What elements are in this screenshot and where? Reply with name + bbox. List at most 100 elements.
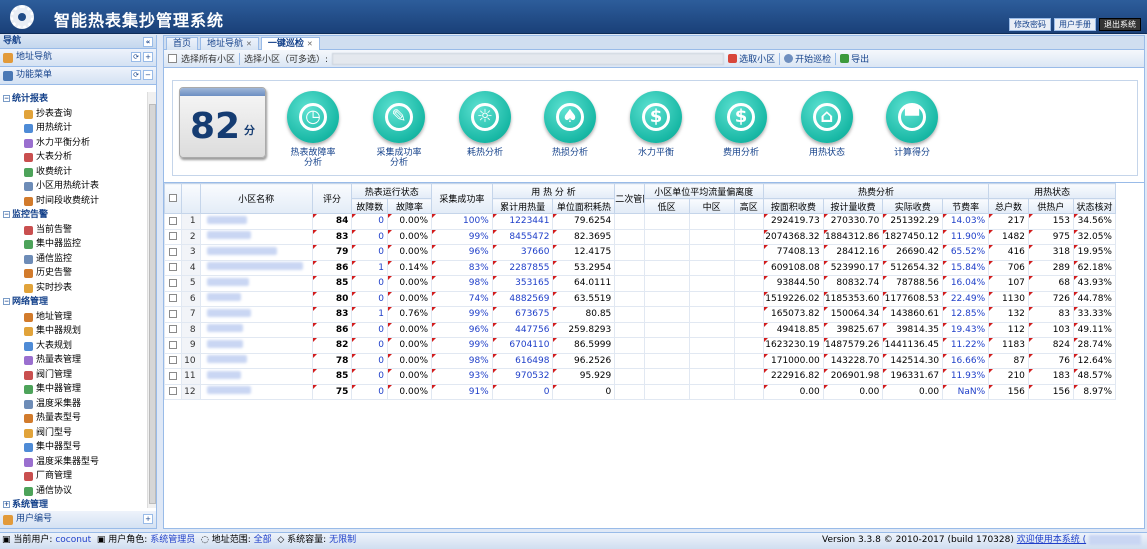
tree-toggle-icon[interactable]: +	[3, 501, 10, 508]
start-inspection-button[interactable]: 开始巡检	[784, 52, 831, 65]
header-heating-users[interactable]: 供热户	[1027, 198, 1074, 214]
fault-count-cell[interactable]: 0	[351, 244, 389, 261]
total-heat-cell[interactable]: 0	[491, 383, 554, 400]
tree-item[interactable]: 温度采集器型号	[0, 455, 147, 470]
accordion-function-menu[interactable]: 功能菜单 ⟳ −	[0, 67, 156, 85]
refresh-icon[interactable]: ⟳	[131, 70, 141, 80]
tree-group[interactable]: − 网络管理	[0, 295, 147, 310]
tree-group[interactable]: − 监控告警	[0, 208, 147, 223]
tree-item[interactable]: 阀门管理	[0, 368, 147, 383]
header-save-rate[interactable]: 节费率	[942, 198, 990, 214]
header-faults[interactable]: 故障数	[351, 198, 389, 214]
fault-count-cell[interactable]: 0	[351, 383, 389, 400]
row-checkbox[interactable]	[168, 216, 177, 225]
table-row[interactable]: 10 78 0 0.00% 98% 616498 96.2526 171000.00 14322…	[164, 352, 1117, 369]
module-2[interactable]: ✎ 采集成功率 分析	[362, 81, 436, 177]
tree-item[interactable]: 热量表管理	[0, 353, 147, 368]
row-checkbox-cell[interactable]	[164, 290, 182, 307]
tree-item[interactable]: 当前告警	[0, 223, 147, 238]
tree-item[interactable]: 集中器监控	[0, 237, 147, 252]
table-row[interactable]: 6 80 0 0.00% 74% 4882569 63.5519 1519226.02 1185…	[164, 290, 1117, 307]
row-checkbox-cell[interactable]	[164, 306, 182, 323]
table-row[interactable]: 7 83 1 0.76% 99% 673675 80.85 165073.82 150064.3…	[164, 306, 1117, 323]
fault-count-cell[interactable]: 0	[351, 275, 389, 292]
success-rate-cell[interactable]: 74%	[431, 290, 493, 307]
row-checkbox[interactable]	[168, 294, 177, 303]
logout-button[interactable]: 退出系统	[1099, 18, 1141, 31]
tab-address-nav[interactable]: 地址导航 ✕	[200, 37, 259, 50]
table-row[interactable]: 2 83 0 0.00% 99% 8455472 82.3695 2074368.32 1884…	[164, 228, 1117, 245]
total-heat-cell[interactable]: 4882569	[491, 290, 554, 307]
header-unit-heat[interactable]: 单位面积耗热	[552, 198, 616, 214]
tree-item[interactable]: 实时抄表	[0, 281, 147, 296]
row-checkbox-cell[interactable]	[164, 337, 182, 354]
header-success-rate[interactable]: 采集成功率	[431, 183, 493, 214]
success-rate-cell[interactable]: 96%	[431, 244, 493, 261]
success-rate-cell[interactable]: 99%	[431, 337, 493, 354]
sun-icon[interactable]: ☼	[459, 91, 511, 143]
total-heat-cell[interactable]: 8455472	[491, 228, 554, 245]
row-checkbox[interactable]	[168, 247, 177, 256]
header-checkbox[interactable]	[168, 194, 177, 202]
select-community-button[interactable]: 选取小区	[728, 52, 775, 65]
row-checkbox[interactable]	[168, 325, 177, 334]
dollar-icon[interactable]: $	[715, 91, 767, 143]
module-7[interactable]: ⌂ 用热状态	[790, 81, 864, 177]
header-total-users[interactable]: 总户数	[988, 198, 1029, 214]
fault-count-cell[interactable]: 0	[351, 352, 389, 369]
success-rate-cell[interactable]: 99%	[431, 306, 493, 323]
tree-item[interactable]: 集中器型号	[0, 440, 147, 455]
document-icon[interactable]: ✎	[373, 91, 425, 143]
fault-count-cell[interactable]: 0	[351, 368, 389, 385]
tree-item[interactable]: 地址管理	[0, 310, 147, 325]
row-checkbox-cell[interactable]	[164, 213, 182, 230]
row-checkbox[interactable]	[168, 232, 177, 241]
row-checkbox[interactable]	[168, 278, 177, 287]
fault-count-cell[interactable]: 0	[351, 228, 389, 245]
row-checkbox-cell[interactable]	[164, 244, 182, 261]
table-row[interactable]: 8 86 0 0.00% 96% 447756 259.8293 49418.85 39825.…	[164, 321, 1117, 338]
row-checkbox-cell[interactable]	[164, 228, 182, 245]
header-actual-fee[interactable]: 实际收费	[882, 198, 944, 214]
tree-toggle-icon[interactable]: −	[3, 298, 10, 305]
table-row[interactable]: 11 85 0 0.00% 93% 970532 95.929 222916.82 206901…	[164, 368, 1117, 385]
paint-roller-icon[interactable]: ▀	[886, 91, 938, 143]
module-8[interactable]: ▀ 计算得分	[875, 81, 949, 177]
fault-count-cell[interactable]: 0	[351, 337, 389, 354]
fault-count-cell[interactable]: 0	[351, 321, 389, 338]
header-mid-zone[interactable]: 中区	[688, 198, 735, 214]
select-all-checkbox[interactable]	[168, 54, 177, 63]
module-3[interactable]: ☼ 耗热分析	[448, 81, 522, 177]
tree-group[interactable]: − 统计报表	[0, 92, 147, 107]
tree-item[interactable]: 时间段收费统计	[0, 194, 147, 209]
total-heat-cell[interactable]: 37660	[491, 244, 554, 261]
row-checkbox[interactable]	[168, 371, 177, 380]
tree-item[interactable]: 大表分析	[0, 150, 147, 165]
header-status-check[interactable]: 状态核对	[1072, 198, 1117, 214]
home-icon[interactable]: ⌂	[801, 91, 853, 143]
stopwatch-icon[interactable]: ◷	[287, 91, 339, 143]
success-rate-cell[interactable]: 93%	[431, 368, 493, 385]
header-name[interactable]: 小区名称	[199, 183, 313, 214]
total-heat-cell[interactable]: 447756	[491, 321, 554, 338]
tree-item[interactable]: 用热统计	[0, 121, 147, 136]
header-high-zone[interactable]: 高区	[733, 198, 764, 214]
tree-item[interactable]: 阀门型号	[0, 426, 147, 441]
tree-item[interactable]: 抄表查询	[0, 107, 147, 122]
total-heat-cell[interactable]: 353165	[491, 275, 554, 292]
fault-count-cell[interactable]: 1	[351, 306, 389, 323]
tree-item[interactable]: 热量表型号	[0, 411, 147, 426]
table-row[interactable]: 3 79 0 0.00% 96% 37660 12.4175 77408.13 28412.16…	[164, 244, 1117, 261]
tree-item[interactable]: 小区用热统计表	[0, 179, 147, 194]
accordion-user-id[interactable]: 用户编号 +	[0, 511, 156, 529]
row-checkbox-cell[interactable]	[164, 368, 182, 385]
success-rate-cell[interactable]: 98%	[431, 275, 493, 292]
community-select-input[interactable]	[332, 52, 725, 65]
success-rate-cell[interactable]: 100%	[431, 213, 493, 230]
row-checkbox[interactable]	[168, 263, 177, 272]
success-rate-cell[interactable]: 99%	[431, 228, 493, 245]
total-heat-cell[interactable]: 6704110	[491, 337, 554, 354]
row-checkbox[interactable]	[168, 309, 177, 318]
tab-one-click-inspect[interactable]: 一键巡检 ✕	[260, 37, 320, 50]
total-heat-cell[interactable]: 673675	[491, 306, 554, 323]
